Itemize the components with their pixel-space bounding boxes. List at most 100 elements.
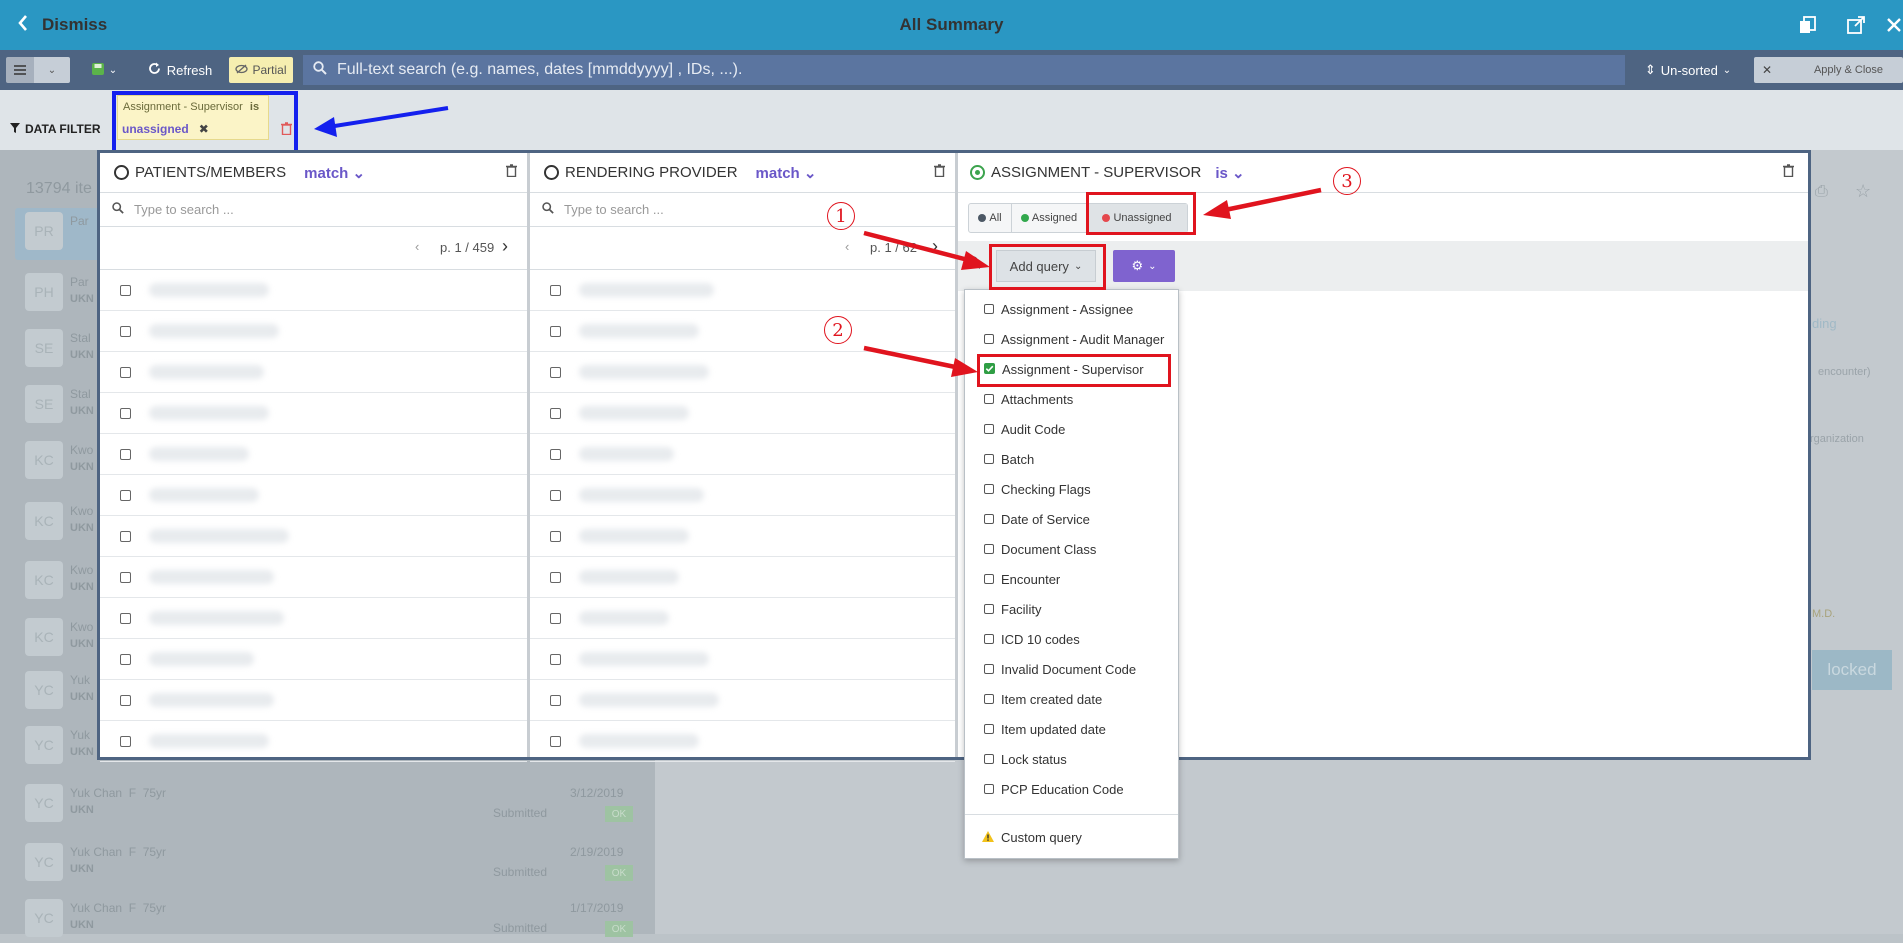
close-icon[interactable] <box>1882 13 1903 37</box>
item-checkbox[interactable] <box>120 612 131 624</box>
item-checkbox[interactable] <box>120 653 131 665</box>
list-item[interactable] <box>100 721 527 762</box>
checkbox-icon[interactable] <box>984 424 994 434</box>
save-view-button[interactable]: ⌄ <box>86 57 122 83</box>
item-checkbox[interactable] <box>550 530 561 542</box>
item-checkbox[interactable] <box>120 407 131 419</box>
query-field-item[interactable]: Document Class <box>965 534 1178 564</box>
item-checkbox[interactable] <box>550 653 561 665</box>
trash-icon[interactable] <box>506 164 517 181</box>
list-item[interactable] <box>100 557 527 598</box>
custom-query-item[interactable]: Custom query <box>965 822 1195 852</box>
item-checkbox[interactable] <box>550 735 561 747</box>
query-field-item[interactable]: Attachments <box>965 384 1178 414</box>
list-item[interactable] <box>530 721 955 762</box>
query-field-item[interactable]: Audit Code <box>965 414 1178 444</box>
query-field-item[interactable]: Checking Flags <box>965 474 1178 504</box>
item-checkbox[interactable] <box>120 694 131 706</box>
filter-assigned-button[interactable]: Assigned <box>1012 204 1087 232</box>
list-item[interactable] <box>100 598 527 639</box>
trash-icon[interactable] <box>934 164 945 181</box>
sort-dropdown[interactable]: ⇕ Un-sorted ⌄ <box>1638 57 1738 83</box>
item-checkbox[interactable] <box>550 448 561 460</box>
query-field-item[interactable]: ICD 10 codes <box>965 624 1178 654</box>
checkbox-icon[interactable] <box>984 784 994 794</box>
dismiss-button[interactable]: Dismiss <box>18 0 107 50</box>
query-field-item[interactable]: PCP Education Code <box>965 774 1178 804</box>
item-checkbox[interactable] <box>550 694 561 706</box>
list-item[interactable] <box>530 639 955 680</box>
item-checkbox[interactable] <box>120 325 131 337</box>
item-checkbox[interactable] <box>120 366 131 378</box>
checkbox-icon[interactable] <box>984 334 994 344</box>
external-link-icon[interactable] <box>1844 13 1868 37</box>
refresh-button[interactable]: Refresh <box>142 57 218 83</box>
query-field-item[interactable]: Batch <box>965 444 1178 474</box>
menu-button[interactable] <box>6 57 34 83</box>
query-field-item[interactable]: Item created date <box>965 684 1178 714</box>
checkbox-icon[interactable] <box>984 394 994 404</box>
trash-icon[interactable] <box>1783 164 1794 181</box>
item-checkbox[interactable] <box>550 571 561 583</box>
settings-dropdown-button[interactable]: ⚙ ⌄ <box>1113 250 1175 282</box>
query-field-item[interactable]: Date of Service <box>965 504 1178 534</box>
item-checkbox[interactable] <box>120 284 131 296</box>
checkbox-icon[interactable] <box>984 574 994 584</box>
checkbox-icon[interactable] <box>984 754 994 764</box>
list-item[interactable] <box>100 393 527 434</box>
prev-page-icon[interactable]: ‹ <box>845 239 849 254</box>
item-checkbox[interactable] <box>550 407 561 419</box>
match-mode-dropdown[interactable]: match ⌄ <box>756 164 817 182</box>
checkbox-icon[interactable] <box>984 544 994 554</box>
list-item[interactable] <box>100 270 527 311</box>
list-item[interactable] <box>100 516 527 557</box>
item-checkbox[interactable] <box>120 489 131 501</box>
checkbox-icon[interactable] <box>984 454 994 464</box>
checkbox-icon[interactable] <box>984 304 994 314</box>
checkbox-icon[interactable] <box>984 484 994 494</box>
list-item[interactable] <box>100 680 527 721</box>
item-checkbox[interactable] <box>120 735 131 747</box>
list-item[interactable] <box>530 516 955 557</box>
item-checkbox[interactable] <box>550 489 561 501</box>
query-field-item[interactable]: Encounter <box>965 564 1178 594</box>
list-item[interactable] <box>100 311 527 352</box>
full-text-search-input[interactable]: Full-text search (e.g. names, dates [mmd… <box>303 55 1625 85</box>
query-field-item[interactable]: Lock status <box>965 744 1178 774</box>
radio-icon[interactable] <box>544 165 559 180</box>
checkbox-icon[interactable] <box>984 724 994 734</box>
list-item[interactable] <box>530 557 955 598</box>
query-field-item[interactable]: Assignment - Assignee <box>965 294 1178 324</box>
query-field-item[interactable]: Assignment - Audit Manager <box>965 324 1178 354</box>
list-item[interactable] <box>100 434 527 475</box>
item-checkbox[interactable] <box>550 366 561 378</box>
is-mode-dropdown[interactable]: is ⌄ <box>1215 164 1244 182</box>
item-checkbox[interactable] <box>120 448 131 460</box>
prev-page-icon[interactable]: ‹ <box>415 239 419 254</box>
list-item[interactable] <box>530 680 955 721</box>
list-item[interactable] <box>100 475 527 516</box>
checkbox-icon[interactable] <box>984 664 994 674</box>
list-item[interactable] <box>530 475 955 516</box>
list-item[interactable] <box>100 639 527 680</box>
partial-toggle-button[interactable]: Partial <box>229 57 293 83</box>
checkbox-icon[interactable] <box>984 634 994 644</box>
item-checkbox[interactable] <box>550 284 561 296</box>
menu-dropdown-button[interactable]: ⌄ <box>34 57 70 83</box>
item-checkbox[interactable] <box>120 571 131 583</box>
match-mode-dropdown[interactable]: match ⌄ <box>304 164 365 182</box>
provider-search-input[interactable]: Type to search ... <box>530 193 955 227</box>
query-field-item[interactable]: Facility <box>965 594 1178 624</box>
apply-close-button[interactable]: ✕ Apply & Close <box>1754 57 1903 83</box>
radio-checked-icon[interactable] <box>970 165 985 180</box>
item-checkbox[interactable] <box>120 530 131 542</box>
list-item[interactable] <box>530 393 955 434</box>
query-field-item[interactable]: Item updated date <box>965 714 1178 744</box>
item-checkbox[interactable] <box>550 612 561 624</box>
next-page-icon[interactable]: › <box>502 236 508 257</box>
list-item[interactable] <box>530 434 955 475</box>
query-field-item[interactable]: Invalid Document Code <box>965 654 1178 684</box>
copy-icon[interactable] <box>1796 13 1820 37</box>
radio-icon[interactable] <box>114 165 129 180</box>
item-checkbox[interactable] <box>550 325 561 337</box>
